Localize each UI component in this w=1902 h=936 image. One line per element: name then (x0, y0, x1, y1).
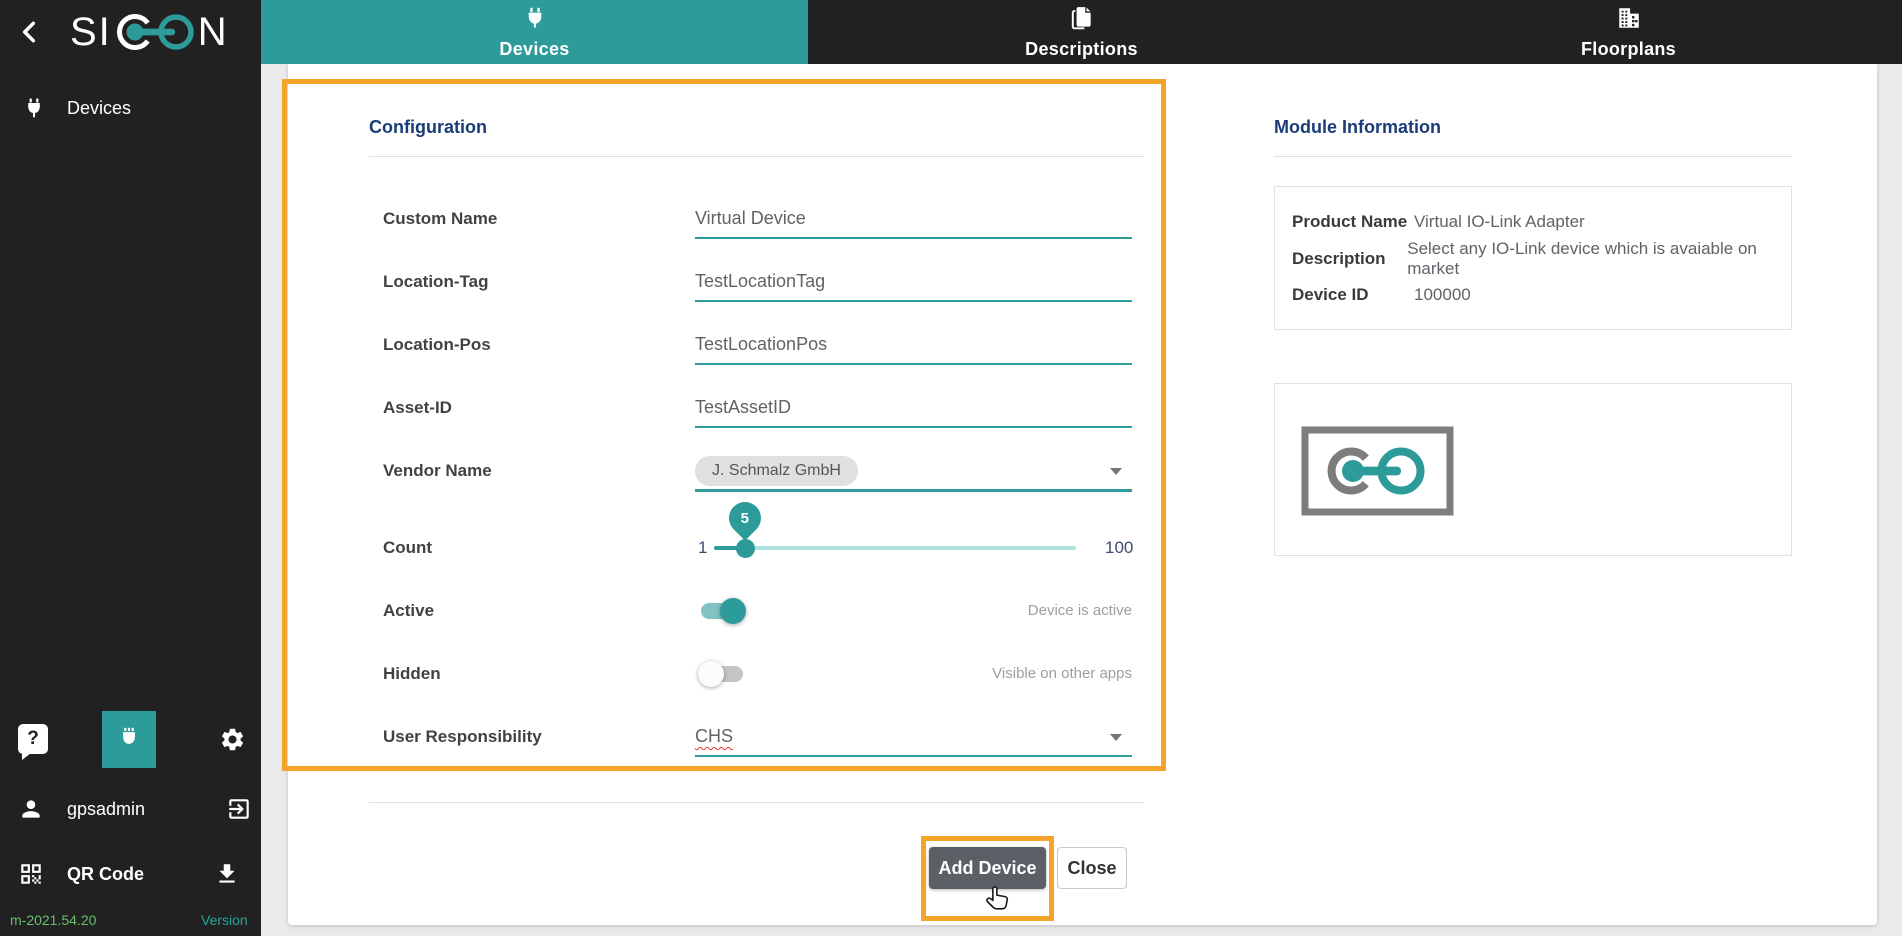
field-label: Custom Name (383, 201, 497, 237)
form-row-active: Active Device is active (369, 593, 1144, 629)
field-label: Count (383, 530, 432, 566)
location-tag-input[interactable] (695, 264, 1132, 298)
field-label: Location-Tag (383, 264, 488, 300)
documents-icon (1069, 5, 1095, 36)
info-row-product-name: Product Name Virtual IO-Link Adapter (1292, 209, 1585, 235)
form-row-custom-name: Custom Name (369, 201, 1144, 237)
building-icon (1616, 5, 1642, 36)
vendor-chip[interactable]: J. Schmalz GmbH (695, 456, 858, 486)
back-arrow-icon[interactable] (14, 16, 46, 48)
field-label: Hidden (383, 656, 441, 692)
slider-max-label: 100 (1105, 530, 1133, 566)
form-row-user-responsibility: User Responsibility CHS (369, 719, 1144, 755)
info-value: Select any IO-Link device which is avaia… (1407, 239, 1791, 279)
plug-icon (522, 5, 548, 36)
slider-value: 5 (741, 510, 749, 527)
active-toggle[interactable] (698, 598, 746, 624)
chevron-down-icon[interactable] (1110, 468, 1122, 475)
field-label: User Responsibility (383, 719, 542, 755)
hidden-toggle[interactable] (698, 661, 746, 687)
field-label: Asset-ID (383, 390, 452, 426)
user-account-icon[interactable] (18, 796, 44, 827)
version-value: m-2021.54.20 (10, 912, 96, 928)
plug-icon (116, 724, 142, 755)
version-label: Version (201, 912, 248, 928)
close-button[interactable]: Close (1057, 847, 1127, 889)
count-slider-thumb[interactable] (736, 539, 755, 558)
info-value: Virtual IO-Link Adapter (1414, 212, 1585, 232)
qr-code-label[interactable]: QR Code (67, 861, 144, 887)
asset-id-field (695, 390, 1132, 428)
slider-min-label: 1 (698, 530, 707, 566)
info-row-description: Description Select any IO-Link device wh… (1292, 246, 1791, 272)
info-label: Product Name (1292, 212, 1414, 232)
field-label: Location-Pos (383, 327, 491, 363)
form-row-asset-id: Asset-ID (369, 390, 1144, 426)
device-dialog-card: Configuration Custom Name Location-Tag L… (288, 64, 1877, 925)
divider (369, 156, 1144, 157)
qr-code-icon[interactable] (18, 861, 44, 892)
module-info-box: Product Name Virtual IO-Link Adapter Des… (1274, 186, 1792, 330)
tab-descriptions[interactable]: Descriptions (808, 0, 1355, 64)
hidden-hint: Visible on other apps (992, 656, 1132, 692)
toggle-thumb (698, 661, 724, 687)
tab-label: Floorplans (1581, 39, 1676, 60)
top-tab-bar: Devices Descriptions (261, 0, 1902, 64)
add-device-button[interactable]: Add Device (929, 847, 1046, 889)
tab-label: Descriptions (1025, 39, 1138, 60)
form-row-vendor-name: Vendor Name J. Schmalz GmbH (369, 453, 1144, 489)
form-row-location-pos: Location-Pos (369, 327, 1144, 363)
location-tag-field (695, 264, 1132, 302)
field-label: Active (383, 593, 434, 629)
configuration-title: Configuration (369, 117, 487, 138)
custom-name-field (695, 201, 1132, 239)
asset-id-input[interactable] (695, 390, 1132, 424)
app-window: SI N Devices ? (0, 0, 1902, 936)
toggle-thumb (720, 598, 746, 624)
user-responsibility-value[interactable]: CHS (695, 726, 733, 746)
divider (369, 802, 1144, 803)
form-row-location-tag: Location-Tag (369, 264, 1144, 300)
field-label: Vendor Name (383, 453, 492, 489)
tab-floorplans[interactable]: Floorplans (1355, 0, 1902, 64)
sidebar-item-devices[interactable]: Devices (0, 88, 261, 128)
form-row-hidden: Hidden Visible on other apps (369, 656, 1144, 692)
io-link-glyph-icon (113, 10, 197, 54)
info-value: 100000 (1414, 285, 1471, 305)
tab-devices[interactable]: Devices (261, 0, 808, 64)
help-icon[interactable]: ? (18, 724, 48, 754)
count-slider-value-bubble: 5 (722, 495, 767, 540)
custom-name-input[interactable] (695, 201, 1132, 235)
settings-gear-icon[interactable] (219, 726, 246, 758)
module-information-title: Module Information (1274, 117, 1441, 138)
count-slider-track[interactable] (714, 546, 1076, 550)
form-row-count: Count 1 5 100 (369, 530, 1144, 566)
sidebar: SI N Devices ? (0, 0, 261, 936)
tab-label: Devices (499, 39, 569, 60)
info-label: Description (1292, 249, 1407, 269)
logo-text-prefix: SI (70, 10, 112, 55)
devices-app-selected-button[interactable] (102, 711, 156, 768)
location-pos-field (695, 327, 1132, 365)
info-row-device-id: Device ID 100000 (1292, 282, 1471, 308)
sicon-logo: SI N (70, 8, 229, 56)
active-hint: Device is active (1028, 593, 1132, 629)
chevron-down-icon[interactable] (1110, 734, 1122, 741)
logout-icon[interactable] (226, 796, 252, 827)
location-pos-input[interactable] (695, 327, 1132, 361)
download-icon[interactable] (214, 861, 240, 892)
user-responsibility-select[interactable]: CHS (695, 719, 1132, 757)
vendor-name-select[interactable]: J. Schmalz GmbH (695, 453, 1132, 492)
divider (1274, 156, 1792, 157)
module-image-box (1274, 383, 1792, 556)
help-glyph: ? (27, 728, 39, 750)
username-label: gpsadmin (67, 796, 145, 822)
sidebar-item-label: Devices (67, 88, 131, 128)
info-label: Device ID (1292, 285, 1414, 305)
logo-text-suffix: N (198, 10, 229, 55)
io-link-device-logo (1301, 426, 1454, 516)
plug-icon (22, 96, 46, 125)
